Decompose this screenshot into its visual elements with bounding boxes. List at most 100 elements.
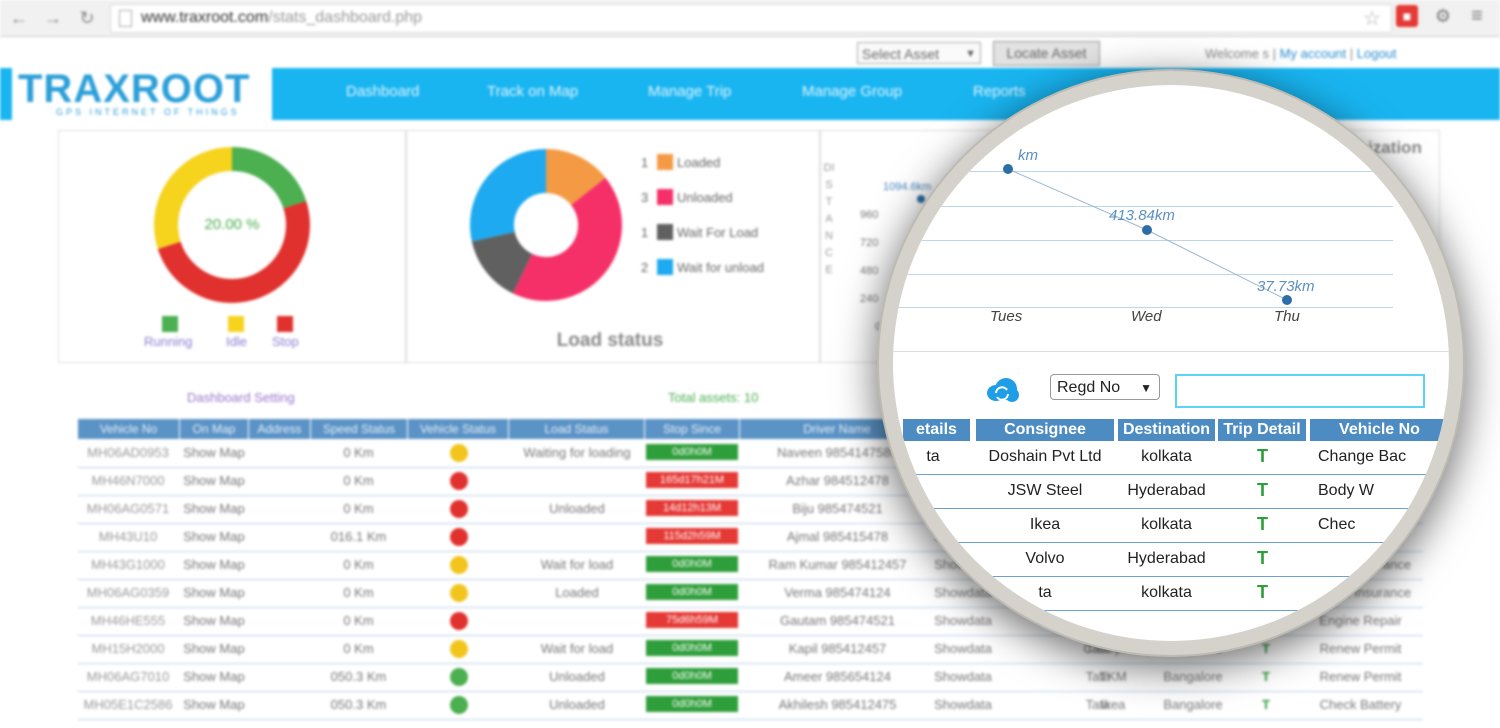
extension-gear-icon[interactable]: ⚙	[1432, 5, 1454, 27]
load-legend-item[interactable]: 2 Wait for unload	[641, 259, 764, 275]
stop-label[interactable]: Stop	[272, 334, 299, 349]
nav-manage-trip[interactable]: Manage Trip	[648, 83, 731, 100]
trip-detail-link[interactable]: T	[1257, 548, 1268, 569]
load-legend-item[interactable]: 1 Loaded	[641, 154, 720, 170]
cloud-refresh-icon[interactable]	[984, 376, 1020, 404]
table-row[interactable]: ta kolkata T	[893, 577, 1449, 611]
regd-no-select[interactable]: Regd No ▼	[1050, 374, 1160, 400]
y-tick: 240	[860, 293, 879, 305]
table-row[interactable]: MH05E1C2586 Show Map 050.3 Km Unloaded 0d0h0…	[78, 691, 1423, 720]
legend-swatch	[657, 224, 673, 240]
show-map-link[interactable]: Show Map	[180, 445, 248, 460]
stop-since-badge: 0d0h0M	[646, 556, 738, 572]
logout-link[interactable]: Logout	[1357, 46, 1397, 61]
running-swatch	[162, 316, 178, 332]
trip-detail-link[interactable]: T	[1257, 446, 1268, 467]
select-asset-dropdown[interactable]: Select Asset ▼	[857, 42, 981, 64]
y-tick: 0	[875, 321, 882, 333]
show-map-link[interactable]: Show Map	[180, 557, 248, 572]
vehicle-no[interactable]: MH05E1C2586	[78, 697, 178, 712]
show-map-link[interactable]: Show Map	[180, 501, 248, 516]
speed-status: 050.3 Km	[330, 669, 387, 684]
load-status: Unloaded	[549, 669, 605, 684]
trip-detail-link[interactable]: T	[1257, 582, 1268, 603]
trip-detail-link[interactable]: T	[1256, 641, 1276, 656]
show-map-link[interactable]: Show Map	[180, 697, 248, 712]
logo[interactable]: TRAXROOT GPS INTERNET OF THINGS	[12, 67, 272, 120]
details-link[interactable]: Showdata	[928, 669, 998, 684]
column-header[interactable]: Vehicle Status	[408, 419, 509, 439]
show-map-link[interactable]: Show Map	[180, 669, 248, 684]
show-map-link[interactable]: Show Map	[180, 641, 248, 656]
show-map-link[interactable]: Show Map	[180, 529, 248, 544]
search-input[interactable]	[1175, 374, 1425, 408]
idle-label[interactable]: Idle	[226, 334, 247, 349]
column-header[interactable]: Vehicle No	[78, 419, 180, 439]
speed-status: 0 Km	[343, 585, 374, 600]
destination: Bangalore	[1163, 641, 1223, 656]
point-label: 413.84km	[1109, 207, 1175, 224]
vehicle-no[interactable]: MH46HE555	[78, 613, 178, 628]
trip-detail-link[interactable]: T	[1257, 480, 1268, 501]
column-header[interactable]: Vehicle No	[1310, 419, 1449, 441]
bookmark-star-icon[interactable]: ☆	[1363, 6, 1381, 31]
column-header[interactable]: Stop Since	[645, 419, 740, 439]
trip-detail-link[interactable]: T	[1257, 514, 1268, 535]
table-row[interactable]: MH06AG7010 Show Map 050.3 Km Unloaded 0d0h0M…	[78, 663, 1423, 692]
vehicle-no[interactable]: MH43U10	[78, 529, 178, 544]
vehicle-no[interactable]: MH06AG0571	[78, 501, 178, 516]
browser-toolbar: ← → ↻ www.traxroot.com/stats_dashboard.p…	[0, 0, 1500, 37]
column-header[interactable]: Speed Status	[311, 419, 408, 439]
vehicle-no[interactable]: MH06AG7010	[78, 669, 178, 684]
load-legend-item[interactable]: 3 Unloaded	[641, 189, 733, 205]
show-map-link[interactable]: Show Map	[180, 613, 248, 628]
driver-name: Kapil 985412457	[788, 641, 887, 656]
load-status-donut	[470, 149, 622, 301]
column-header[interactable]: Address	[249, 419, 311, 439]
nav-manage-group[interactable]: Manage Group	[802, 83, 902, 100]
column-header[interactable]: Load Status	[509, 419, 645, 439]
column-header[interactable]: On Map	[180, 419, 249, 439]
speed-status: 0 Km	[343, 641, 374, 656]
details-link[interactable]: ta	[913, 448, 953, 466]
table-row[interactable]: JSW Steel Hyderabad T Body W	[893, 475, 1449, 509]
column-header[interactable]: etails	[903, 419, 970, 441]
reload-icon[interactable]: ↻	[76, 7, 98, 29]
load-legend-item[interactable]: 1 Wait For Load	[641, 224, 758, 240]
table-row[interactable]: ta Doshain Pvt Ltd kolkata T Change Bac	[893, 441, 1449, 475]
running-label[interactable]: Running	[144, 334, 192, 349]
locate-asset-button[interactable]: Locate Asset	[993, 41, 1100, 66]
destination: Hyderabad	[1127, 482, 1206, 499]
back-icon[interactable]: ←	[8, 7, 30, 29]
column-header[interactable]: Trip Detail	[1218, 419, 1306, 441]
details-link[interactable]: Showdata	[928, 641, 998, 656]
table-row[interactable]: Ikea kolkata T Chec	[893, 509, 1449, 543]
trip-detail-link[interactable]: T	[1256, 697, 1276, 712]
my-account-link[interactable]: My account	[1280, 46, 1346, 61]
menu-icon[interactable]: ≡	[1466, 3, 1488, 29]
maintenance-action: Check Battery	[1319, 697, 1402, 712]
table-row[interactable]: Volvo Hyderabad T	[893, 543, 1449, 577]
distance-axis-label: DISTANCE	[823, 162, 835, 276]
vehicle-no[interactable]: MH06AG0359	[78, 585, 178, 600]
forward-icon[interactable]: →	[42, 7, 64, 29]
x-tick-label: Thu	[1274, 308, 1300, 325]
details-link[interactable]: Showdata	[928, 697, 998, 712]
trip-detail-link[interactable]: T	[1256, 669, 1276, 684]
vehicle-no[interactable]: MH43G1000	[78, 557, 178, 572]
speed-status: 0 Km	[343, 473, 374, 488]
welcome-text: Welcome s | My account | Logout	[1205, 46, 1397, 61]
column-header[interactable]: Consignee	[976, 419, 1114, 441]
show-map-link[interactable]: Show Map	[180, 585, 248, 600]
dashboard-setting-link[interactable]: Dashboard Setting	[187, 390, 295, 405]
show-map-link[interactable]: Show Map	[180, 473, 248, 488]
vehicle-no[interactable]: MH46N7000	[78, 473, 178, 488]
vehicle-no[interactable]: MH06AD0953	[78, 445, 178, 460]
vehicle-no[interactable]: MH15H2000	[78, 641, 178, 656]
nav-dashboard[interactable]: Dashboard	[346, 83, 419, 100]
nav-track-on-map[interactable]: Track on Map	[487, 83, 578, 100]
stop-since-badge: 0d0h0M	[646, 444, 738, 460]
column-header[interactable]: Destination	[1118, 419, 1215, 441]
address-bar[interactable]: www.traxroot.com/stats_dashboard.php ☆	[110, 4, 1392, 33]
extension-icon[interactable]: ■	[1396, 5, 1418, 27]
